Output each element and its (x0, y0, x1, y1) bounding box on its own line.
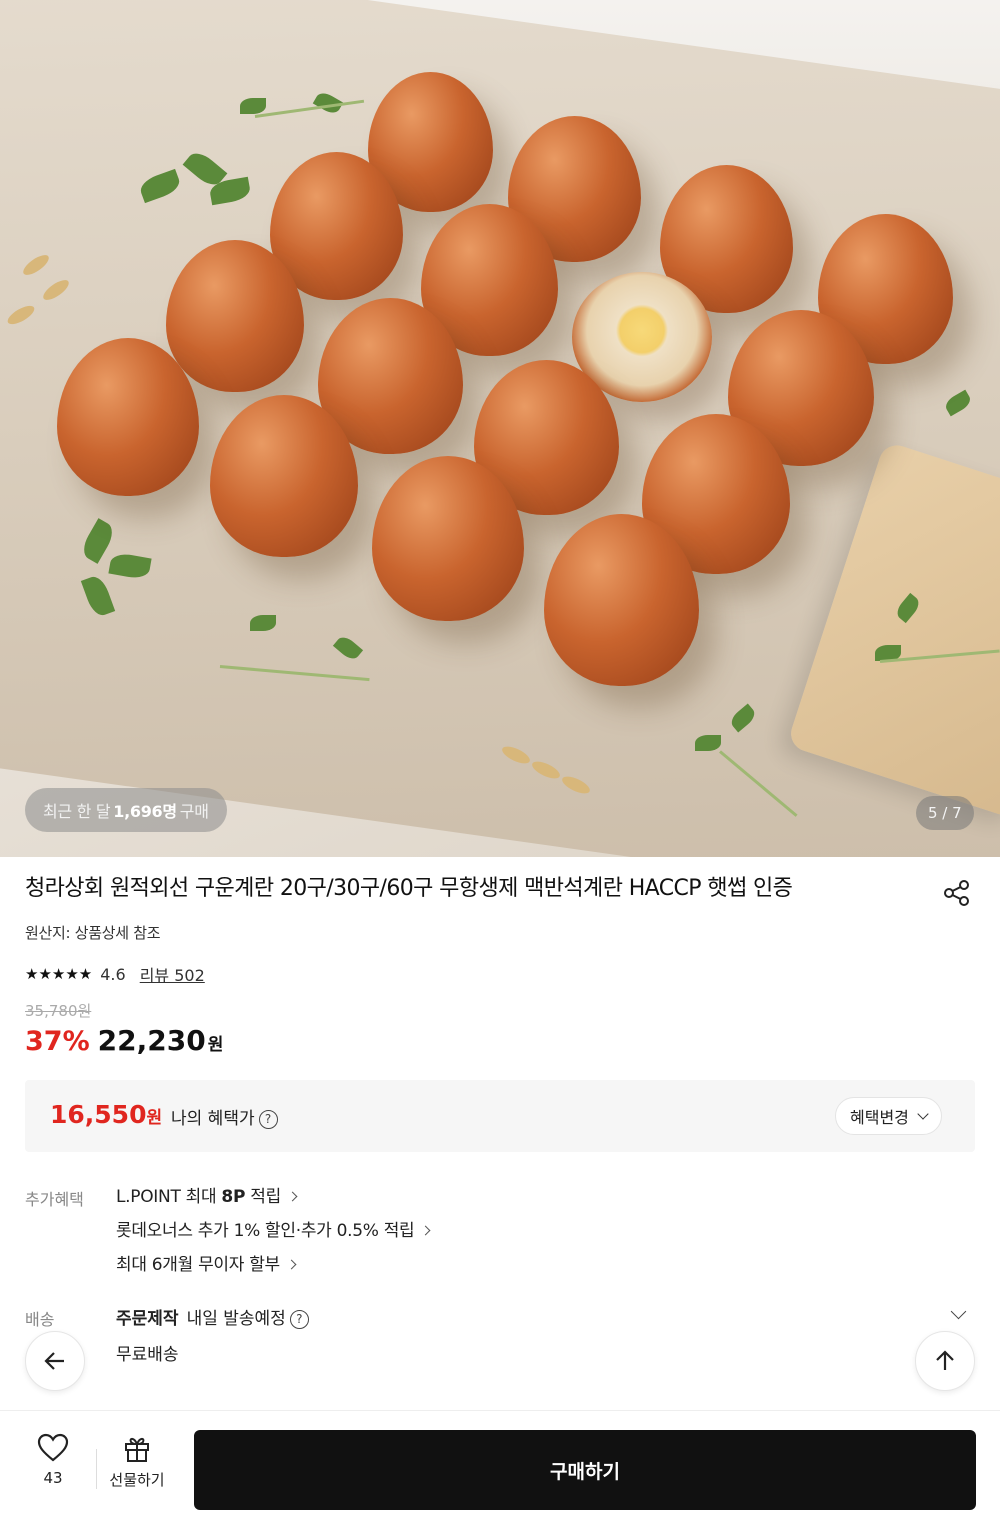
shipping-schedule: 내일 발송예정 (186, 1309, 286, 1329)
rating-value: 4.6 (100, 964, 126, 984)
product-image-carousel[interactable]: 최근 한 달 1,696명 구매 5 / 7 (0, 0, 1000, 857)
benefit-price-value: 16,550 (50, 1100, 147, 1129)
star-rating-icon: ★★★★★ (25, 965, 93, 983)
buyers-suffix: 구매 (179, 802, 209, 821)
product-title: 청라상회 원적외선 구운계란 20구/30구/60구 무항생제 맥반석계란 HA… (25, 876, 793, 901)
arrow-left-icon (44, 1352, 64, 1370)
gift-label: 선물하기 (109, 1471, 165, 1489)
scroll-top-button[interactable] (915, 1331, 975, 1391)
herb-leaf (695, 735, 721, 751)
shipping-type: 주문제작 (116, 1309, 179, 1329)
benefit-price: 16,550원 (50, 1100, 162, 1129)
divider (96, 1449, 97, 1489)
back-button[interactable] (25, 1331, 85, 1391)
origin-info: 원산지: 상품상세 참조 (25, 924, 161, 942)
extra-benefit-installment[interactable]: 최대 6개월 무이자 할부 (116, 1252, 429, 1286)
help-icon[interactable]: ? (289, 1310, 309, 1329)
wishlist-count: 43 (43, 1469, 63, 1487)
benefit-label-text: 나의 혜택가 (171, 1109, 255, 1129)
buyers-prefix: 최근 한 달 (43, 802, 111, 821)
extra-item-prefix: 롯데오너스 추가 1% 할인·추가 0.5% 적립 (116, 1221, 415, 1241)
price-row: 37% 22,230 원 (25, 1024, 223, 1057)
share-icon[interactable] (940, 876, 974, 910)
benefit-change-label: 혜택변경 (850, 1108, 909, 1127)
recent-buyers-badge: 최근 한 달 1,696명 구매 (25, 788, 227, 832)
chevron-right-icon (286, 1259, 297, 1270)
extra-item-suffix: 적립 (245, 1187, 281, 1207)
heart-icon (37, 1433, 69, 1462)
benefit-price-box: 16,550원 나의 혜택가? 혜택변경 (25, 1080, 975, 1152)
help-icon[interactable]: ? (258, 1110, 278, 1129)
rating-row: ★★★★★ 4.6 리뷰 502 (25, 962, 205, 986)
extra-item-bold: 8P (221, 1187, 246, 1207)
herb-leaf (240, 98, 266, 114)
chevron-right-icon (420, 1225, 431, 1236)
benefit-change-button[interactable]: 혜택변경 (835, 1097, 942, 1135)
original-price: 35,780원 (25, 1002, 92, 1020)
herb-leaf (250, 615, 276, 631)
benefit-currency: 원 (146, 1108, 163, 1128)
chevron-down-icon[interactable] (950, 1303, 967, 1320)
gift-button[interactable]: 선물하기 (104, 1433, 170, 1490)
arrow-up-icon (936, 1350, 954, 1370)
currency-unit: 원 (207, 1035, 224, 1055)
extra-benefits-list: L.POINT 최대 8P 적립 롯데오너스 추가 1% 할인·추가 0.5% … (116, 1184, 431, 1286)
shipping-info: 주문제작 내일 발송예정? (116, 1304, 309, 1329)
bottom-action-bar: 43 선물하기 구매하기 (0, 1410, 1000, 1527)
shipping-fee: 무료배송 (116, 1345, 179, 1365)
extra-benefit-lpoint[interactable]: L.POINT 최대 8P 적립 (116, 1184, 429, 1218)
wishlist-button[interactable]: 43 (25, 1433, 81, 1487)
shipping-label: 배송 (25, 1310, 55, 1329)
extra-item-prefix: 최대 6개월 무이자 할부 (116, 1255, 280, 1275)
gift-icon (125, 1437, 149, 1462)
review-link[interactable]: 리뷰 502 (140, 962, 205, 986)
chevron-down-icon (917, 1108, 929, 1120)
buyers-count: 1,696명 (113, 802, 177, 821)
chevron-right-icon (287, 1191, 298, 1202)
extra-benefits-label: 추가혜택 (25, 1190, 84, 1209)
sale-price: 22,230 (97, 1024, 206, 1057)
discount-rate: 37% (25, 1026, 90, 1057)
benefit-label: 나의 혜택가? (171, 1104, 278, 1129)
extra-item-prefix: L.POINT 최대 (116, 1187, 222, 1207)
buy-button[interactable]: 구매하기 (194, 1430, 976, 1510)
extra-benefit-lotte-owners[interactable]: 롯데오너스 추가 1% 할인·추가 0.5% 적립 (116, 1218, 431, 1252)
image-page-counter: 5 / 7 (916, 796, 974, 830)
